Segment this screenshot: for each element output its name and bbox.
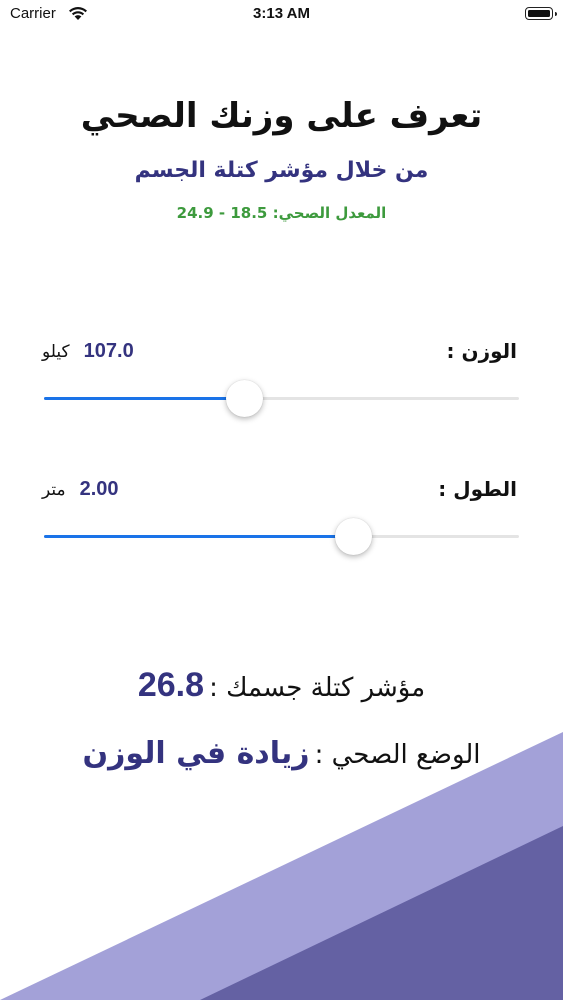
weight-value: 107.0 (83, 340, 134, 362)
bmi-label: مؤشر كتلة جسمك : (209, 673, 426, 703)
page-title: تعرف على وزنك الصحي (80, 96, 483, 136)
health-status-result: الوضع الصحي : زيادة في الوزن (0, 736, 563, 771)
health-status-label: الوضع الصحي : (314, 740, 481, 770)
weight-slider-fill (44, 397, 244, 400)
clock: 3:13 AM (253, 5, 310, 22)
weight-label: الوزن : (446, 339, 517, 363)
healthy-range-text: المعدل الصحي: 18.5 - 24.9 (176, 204, 387, 222)
weight-slider-thumb[interactable] (225, 380, 263, 417)
height-value: 2.00 (79, 478, 119, 500)
height-slider-fill (44, 535, 353, 538)
height-slider-thumb[interactable] (334, 518, 372, 555)
health-status-value: زيادة في الوزن (82, 736, 310, 771)
status-bar: Carrier 3:13 AM (0, 0, 563, 30)
weight-slider[interactable] (44, 379, 519, 419)
height-readout: متر 2.00 (42, 478, 119, 501)
bmi-value: 26.8 (137, 666, 205, 704)
battery-icon (525, 7, 557, 20)
height-slider[interactable] (44, 517, 519, 557)
page-subtitle: من خلال مؤشر كتلة الجسم (134, 158, 429, 183)
weight-unit: كيلو (42, 342, 70, 362)
bmi-result: مؤشر كتلة جسمك : 26.8 (0, 666, 563, 705)
weight-readout: كيلو 107.0 (42, 340, 134, 363)
height-unit: متر (42, 480, 66, 500)
height-label: الطول : (438, 477, 517, 501)
